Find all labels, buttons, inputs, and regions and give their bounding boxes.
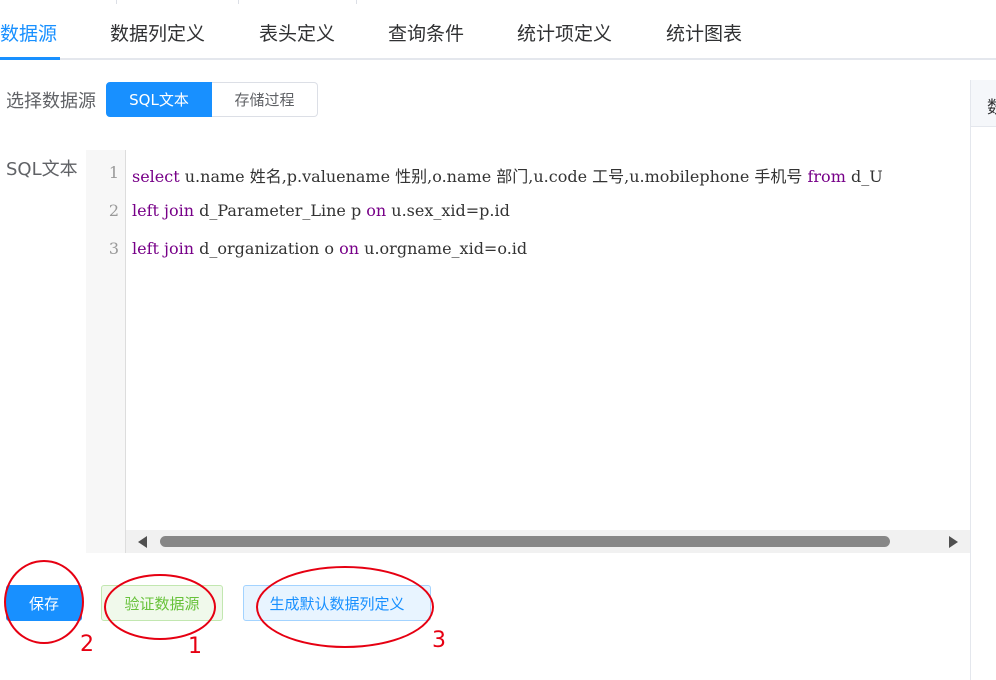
line-number: 3	[108, 239, 119, 258]
outer-tab-divider	[356, 0, 357, 4]
editor-gutter: 1 2 3	[86, 150, 126, 553]
annotation-circle	[256, 566, 434, 648]
sql-text-label: SQL文本	[6, 159, 78, 180]
tab-bar: 数据源 数据列定义 表头定义 查询条件 统计项定义 统计图表	[0, 14, 996, 58]
active-tab-indicator	[0, 57, 60, 60]
annotation-number: 3	[432, 628, 446, 653]
outer-tab-strip	[0, 0, 996, 4]
annotation-number: 2	[80, 632, 94, 657]
radio-stored-procedure[interactable]: 存储过程	[212, 82, 318, 117]
sql-keyword: from	[807, 167, 846, 186]
tab-bar-divider	[0, 58, 996, 60]
tab-query-conditions[interactable]: 查询条件	[388, 14, 464, 54]
tab-statistics-definition[interactable]: 统计项定义	[517, 14, 612, 54]
sql-keyword: on	[366, 201, 387, 220]
sql-keyword: on	[339, 239, 360, 258]
sql-text: d_Parameter_Line p	[194, 201, 367, 220]
scroll-left-icon[interactable]	[138, 536, 147, 548]
tab-statistics-chart[interactable]: 统计图表	[666, 14, 742, 54]
sql-text: d_U	[845, 167, 883, 186]
sql-keyword: left join	[132, 239, 195, 258]
line-number: 1	[108, 163, 119, 182]
right-panel-header-text: 数	[987, 98, 996, 118]
scrollbar-thumb[interactable]	[160, 536, 890, 547]
tab-data-source[interactable]: 数据源	[0, 14, 57, 54]
sql-keyword: left join	[132, 201, 195, 220]
outer-tab-divider	[116, 0, 117, 4]
code-line[interactable]: left join d_Parameter_Line p on u.sex_xi…	[132, 201, 510, 220]
outer-tab-divider	[238, 0, 239, 4]
sql-keyword: select	[132, 167, 180, 186]
sql-text: d_organization o	[194, 239, 340, 258]
data-source-label: 选择数据源	[6, 91, 96, 112]
line-number: 2	[108, 201, 119, 220]
scroll-right-icon[interactable]	[949, 536, 958, 548]
radio-sql-text[interactable]: SQL文本	[106, 82, 212, 117]
sql-text: u.name 姓名,p.valuename 性别,o.name 部门,u.cod…	[179, 167, 808, 186]
sql-editor[interactable]: 1 2 3 select u.name 姓名,p.valuename 性别,o.…	[86, 150, 970, 553]
tab-header-definition[interactable]: 表头定义	[259, 14, 335, 54]
code-line[interactable]: left join d_organization o on u.orgname_…	[132, 239, 527, 258]
code-line[interactable]: select u.name 姓名,p.valuename 性别,o.name 部…	[132, 163, 883, 187]
sql-text: u.sex_xid=p.id	[386, 201, 510, 220]
sql-text: u.orgname_xid=o.id	[359, 239, 528, 258]
annotation-circle	[104, 574, 216, 640]
tab-column-definition[interactable]: 数据列定义	[110, 14, 205, 54]
right-panel-header: 数	[971, 80, 996, 127]
annotation-number: 1	[188, 634, 202, 659]
annotation-circle	[4, 560, 84, 644]
right-panel: 数	[970, 80, 996, 680]
horizontal-scrollbar[interactable]	[126, 530, 970, 553]
